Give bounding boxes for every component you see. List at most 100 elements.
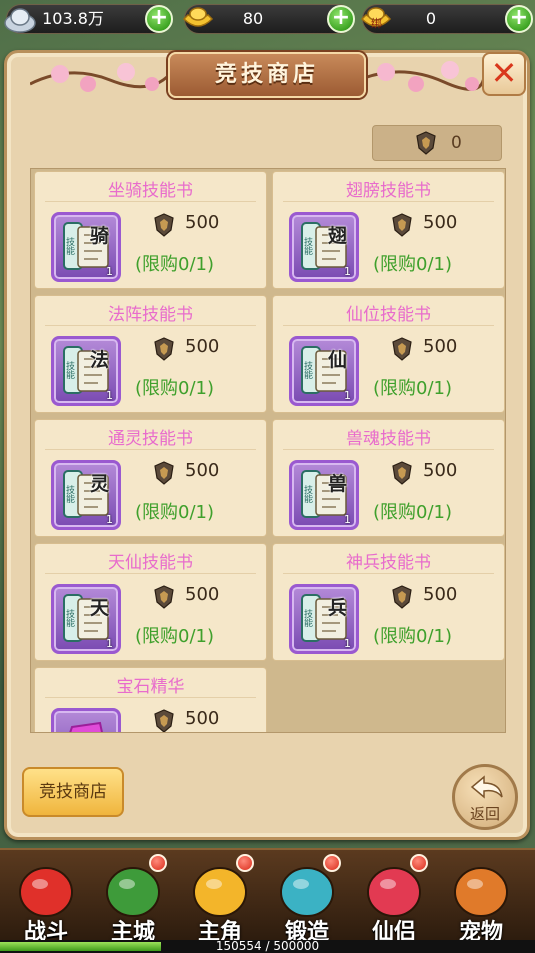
book-char: 仙 xyxy=(328,349,348,371)
nav-item[interactable]: 战斗 xyxy=(6,856,86,945)
bottom-navigation: 战斗 主城 主角 锻造 仙侣 宠物 xyxy=(0,848,535,945)
arena-medal-icon xyxy=(154,213,174,237)
arena-medal-icon xyxy=(416,131,436,155)
divider xyxy=(283,449,494,450)
gold-currency: 80 + xyxy=(182,4,355,34)
add-bound-gold-button[interactable]: + xyxy=(505,5,533,33)
shop-item-card[interactable]: 兽魂技能书 技能 兽 1 500 (限购0/1) xyxy=(272,419,505,537)
fight-icon xyxy=(19,867,73,917)
shop-title: 竞技商店 xyxy=(168,52,366,98)
book-char: 翅 xyxy=(328,225,348,247)
purchase-limit: (限购0/1) xyxy=(135,254,215,275)
skill-book-icon[interactable]: 技能 灵 1 xyxy=(51,460,121,530)
skill-book-icon[interactable]: 技能 仙 1 xyxy=(289,336,359,406)
book-char: 法 xyxy=(90,349,110,371)
nav-item[interactable]: 锻造 xyxy=(267,854,347,945)
item-price: 500 xyxy=(423,584,458,605)
divider xyxy=(283,325,494,326)
purchase-limit: (限购0/1) xyxy=(373,254,453,275)
notification-dot xyxy=(149,854,167,872)
divider xyxy=(45,697,256,698)
notification-dot xyxy=(236,854,254,872)
item-count: 1 xyxy=(106,265,113,278)
arena-medal-icon xyxy=(154,461,174,485)
bound-gold-currency: 绑 0 + xyxy=(360,4,533,34)
skill-book-icon[interactable]: 技能 兽 1 xyxy=(289,460,359,530)
shop-item-card[interactable]: 宝石精华 500 xyxy=(34,667,267,732)
arena-medal-icon xyxy=(154,709,174,732)
arena-shop-tab[interactable]: 竞技商店 xyxy=(22,767,124,817)
book-label: 技能 xyxy=(64,609,74,627)
item-name: 坐骑技能书 xyxy=(108,181,193,201)
item-name: 法阵技能书 xyxy=(108,305,193,325)
shop-item-card[interactable]: 神兵技能书 技能 兵 1 500 (限购0/1) xyxy=(272,543,505,661)
book-char: 兵 xyxy=(328,597,348,619)
book-char: 兽 xyxy=(328,473,348,495)
arena-points-value: 0 xyxy=(451,133,462,153)
nav-item[interactable]: 主角 xyxy=(180,854,260,945)
skill-book-icon[interactable]: 技能 骑 1 xyxy=(51,212,121,282)
skill-book-icon[interactable]: 技能 天 1 xyxy=(51,584,121,654)
item-count: 1 xyxy=(344,265,351,278)
purchase-limit: (限购0/1) xyxy=(135,626,215,647)
back-arrow-icon xyxy=(470,775,503,799)
skill-book-icon[interactable]: 技能 法 1 xyxy=(51,336,121,406)
book-label: 技能 xyxy=(64,237,74,255)
shop-item-card[interactable]: 法阵技能书 技能 法 1 500 (限购0/1) xyxy=(34,295,267,413)
nav-item[interactable]: 仙侣 xyxy=(354,854,434,945)
purchase-limit: (限购0/1) xyxy=(373,378,453,399)
add-silver-button[interactable]: + xyxy=(145,5,173,33)
currency-bar: 103.8万 + 80 + 绑 0 + xyxy=(0,0,535,38)
item-price: 500 xyxy=(423,460,458,481)
item-name: 兽魂技能书 xyxy=(346,429,431,449)
shop-item-card[interactable]: 翅膀技能书 技能 翅 1 500 (限购0/1) xyxy=(272,171,505,289)
shop-item-card[interactable]: 通灵技能书 技能 灵 1 500 (限购0/1) xyxy=(34,419,267,537)
divider xyxy=(283,573,494,574)
nav-item[interactable]: 主城 xyxy=(93,854,173,945)
pet-icon xyxy=(454,867,508,917)
skill-book-icon[interactable]: 技能 兵 1 xyxy=(289,584,359,654)
item-price: 500 xyxy=(423,212,458,233)
shop-item-card[interactable]: 天仙技能书 技能 天 1 500 (限购0/1) xyxy=(34,543,267,661)
shop-item-grid[interactable]: 坐骑技能书 技能 骑 1 500 (限购0/1) 翅膀技能书 技能 翅 1 50… xyxy=(30,168,506,733)
arena-medal-icon xyxy=(154,337,174,361)
divider xyxy=(45,573,256,574)
shop-item-card[interactable]: 仙位技能书 技能 仙 1 500 (限购0/1) xyxy=(272,295,505,413)
gem-essence-icon[interactable] xyxy=(51,708,121,732)
divider xyxy=(45,201,256,202)
item-name: 宝石精华 xyxy=(116,677,185,697)
arena-medal-icon xyxy=(392,585,412,609)
nav-item[interactable]: 宠物 xyxy=(441,856,521,945)
purchase-limit: (限购0/1) xyxy=(373,626,453,647)
item-name: 仙位技能书 xyxy=(346,305,431,325)
book-label: 技能 xyxy=(64,361,74,379)
back-label: 返回 xyxy=(469,805,500,823)
book-char: 灵 xyxy=(90,473,110,495)
item-name: 神兵技能书 xyxy=(346,553,431,573)
arena-medal-icon xyxy=(392,461,412,485)
arena-points-display: 0 xyxy=(372,125,502,161)
item-name: 翅膀技能书 xyxy=(346,181,431,201)
book-label: 技能 xyxy=(64,485,74,503)
item-price: 500 xyxy=(185,584,220,605)
arena-medal-icon xyxy=(392,337,412,361)
notification-dot xyxy=(323,854,341,872)
purchase-limit: (限购0/1) xyxy=(135,378,215,399)
bound-gold-value: 0 xyxy=(425,9,437,28)
back-button[interactable]: 返回 xyxy=(452,764,518,830)
divider xyxy=(45,325,256,326)
book-label: 技能 xyxy=(302,485,312,503)
item-count: 1 xyxy=(106,637,113,650)
item-price: 500 xyxy=(185,336,220,357)
divider xyxy=(283,201,494,202)
purchase-limit: (限购0/1) xyxy=(373,502,453,523)
item-price: 500 xyxy=(423,336,458,357)
book-label: 技能 xyxy=(302,361,312,379)
skill-book-icon[interactable]: 技能 翅 1 xyxy=(289,212,359,282)
divider xyxy=(45,449,256,450)
close-button[interactable]: ✕ xyxy=(482,52,526,96)
shop-item-card[interactable]: 坐骑技能书 技能 骑 1 500 (限购0/1) xyxy=(34,171,267,289)
add-gold-button[interactable]: + xyxy=(327,5,355,33)
book-char: 骑 xyxy=(90,225,110,247)
arena-medal-icon xyxy=(154,585,174,609)
